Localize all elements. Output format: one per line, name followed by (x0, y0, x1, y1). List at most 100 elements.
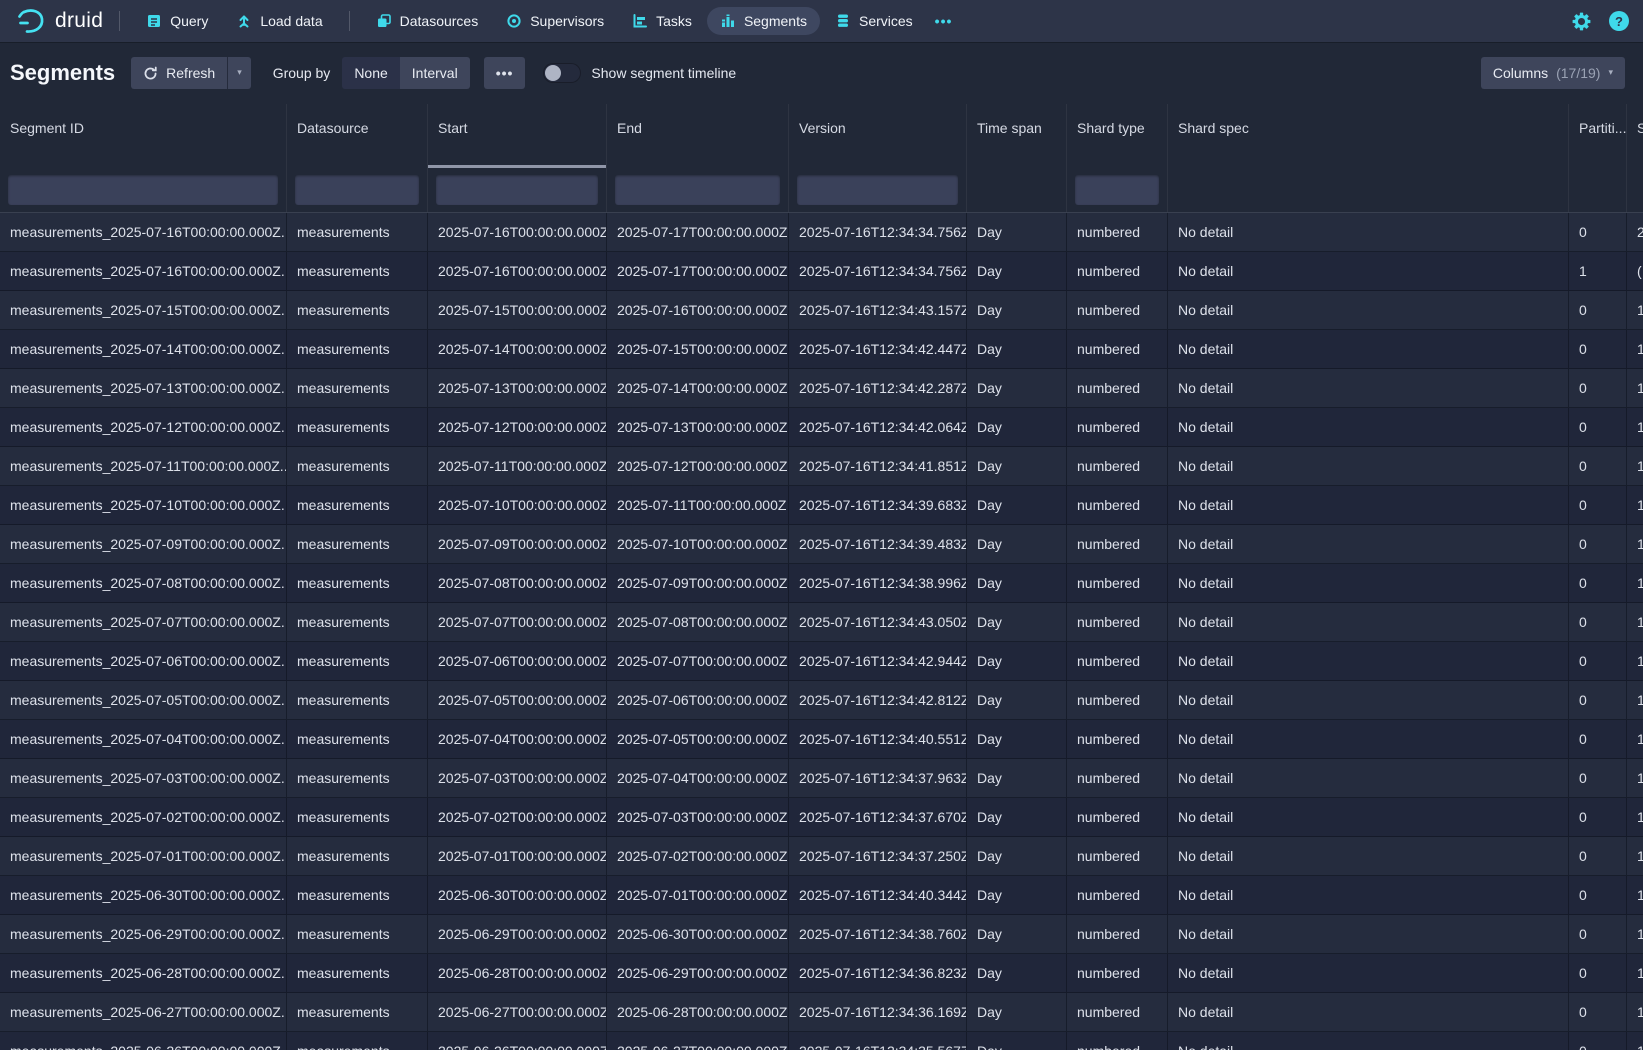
cell-start[interactable]: 2025-07-16T00:00:00.000Z (428, 252, 607, 290)
cell-shard_spec[interactable]: No detail (1168, 525, 1569, 563)
cell-shard_type[interactable]: numbered (1067, 330, 1168, 368)
cell-version[interactable]: 2025-07-16T12:34:42.287Z (789, 369, 967, 407)
cell-end[interactable]: 2025-07-17T00:00:00.000Z (607, 213, 789, 251)
cell-shard_type[interactable]: numbered (1067, 681, 1168, 719)
group-by-none-button[interactable]: None (342, 57, 399, 89)
cell-version[interactable]: 2025-07-16T12:34:43.157Z (789, 291, 967, 329)
cell-datasource[interactable]: measurements (287, 837, 428, 875)
cell-partition[interactable]: 0 (1569, 291, 1627, 329)
filter-input-end[interactable] (615, 175, 780, 205)
cell-shard_type[interactable]: numbered (1067, 720, 1168, 758)
cell-time_span[interactable]: Day (967, 681, 1067, 719)
cell-start[interactable]: 2025-07-05T00:00:00.000Z (428, 681, 607, 719)
cell-shard_spec[interactable]: No detail (1168, 798, 1569, 836)
cell-version[interactable]: 2025-07-16T12:34:34.756Z (789, 213, 967, 251)
cell-end[interactable]: 2025-06-30T00:00:00.000Z (607, 915, 789, 953)
cell-version[interactable]: 2025-07-16T12:34:42.064Z (789, 408, 967, 446)
cell-version[interactable]: 2025-07-16T12:34:35.567Z (789, 1032, 967, 1050)
cell-shard_spec[interactable]: No detail (1168, 993, 1569, 1031)
cell-size[interactable]: 1 (1627, 408, 1643, 446)
cell-segment_id[interactable]: measurements_2025-07-05T00:00:00.000Z... (0, 681, 287, 719)
cell-time_span[interactable]: Day (967, 213, 1067, 251)
cell-end[interactable]: 2025-07-03T00:00:00.000Z (607, 798, 789, 836)
cell-datasource[interactable]: measurements (287, 681, 428, 719)
cell-start[interactable]: 2025-07-15T00:00:00.000Z (428, 291, 607, 329)
cell-version[interactable]: 2025-07-16T12:34:38.760Z (789, 915, 967, 953)
filter-input-datasource[interactable] (295, 175, 419, 205)
cell-segment_id[interactable]: measurements_2025-06-30T00:00:00.000Z... (0, 876, 287, 914)
cell-version[interactable]: 2025-07-16T12:34:38.996Z (789, 564, 967, 602)
cell-time_span[interactable]: Day (967, 330, 1067, 368)
cell-start[interactable]: 2025-07-03T00:00:00.000Z (428, 759, 607, 797)
nav-item-supervisors[interactable]: Supervisors (493, 7, 617, 35)
cell-partition[interactable]: 0 (1569, 993, 1627, 1031)
cell-shard_spec[interactable]: No detail (1168, 720, 1569, 758)
cell-version[interactable]: 2025-07-16T12:34:40.344Z (789, 876, 967, 914)
cell-shard_type[interactable]: numbered (1067, 954, 1168, 992)
nav-item-query[interactable]: Query (133, 7, 221, 35)
cell-start[interactable]: 2025-07-01T00:00:00.000Z (428, 837, 607, 875)
cell-shard_spec[interactable]: No detail (1168, 915, 1569, 953)
cell-end[interactable]: 2025-07-01T00:00:00.000Z (607, 876, 789, 914)
cell-datasource[interactable]: measurements (287, 408, 428, 446)
cell-shard_spec[interactable]: No detail (1168, 213, 1569, 251)
cell-shard_spec[interactable]: No detail (1168, 837, 1569, 875)
cell-size[interactable]: 1 (1627, 720, 1643, 758)
cell-datasource[interactable]: measurements (287, 213, 428, 251)
cell-start[interactable]: 2025-07-13T00:00:00.000Z (428, 369, 607, 407)
cell-start[interactable]: 2025-06-28T00:00:00.000Z (428, 954, 607, 992)
cell-shard_type[interactable]: numbered (1067, 915, 1168, 953)
cell-partition[interactable]: 0 (1569, 564, 1627, 602)
cell-size[interactable]: 1 (1627, 1032, 1643, 1050)
columns-button[interactable]: Columns (17/19) ▾ (1481, 57, 1625, 89)
cell-datasource[interactable]: measurements (287, 369, 428, 407)
cell-start[interactable]: 2025-07-04T00:00:00.000Z (428, 720, 607, 758)
cell-partition[interactable]: 0 (1569, 798, 1627, 836)
cell-start[interactable]: 2025-07-12T00:00:00.000Z (428, 408, 607, 446)
cell-time_span[interactable]: Day (967, 525, 1067, 563)
segment-timeline-toggle[interactable] (543, 63, 581, 83)
cell-segment_id[interactable]: measurements_2025-07-14T00:00:00.000Z... (0, 330, 287, 368)
cell-start[interactable]: 2025-07-14T00:00:00.000Z (428, 330, 607, 368)
cell-partition[interactable]: 0 (1569, 486, 1627, 524)
cell-datasource[interactable]: measurements (287, 759, 428, 797)
column-header-size[interactable]: S (1627, 104, 1643, 168)
column-header-datasource[interactable]: Datasource (287, 104, 428, 168)
cell-datasource[interactable]: measurements (287, 564, 428, 602)
cell-size[interactable]: 1 (1627, 369, 1643, 407)
cell-start[interactable]: 2025-06-29T00:00:00.000Z (428, 915, 607, 953)
cell-version[interactable]: 2025-07-16T12:34:37.963Z (789, 759, 967, 797)
cell-size[interactable]: 1 (1627, 525, 1643, 563)
cell-end[interactable]: 2025-07-02T00:00:00.000Z (607, 837, 789, 875)
cell-segment_id[interactable]: measurements_2025-07-02T00:00:00.000Z... (0, 798, 287, 836)
cell-partition[interactable]: 0 (1569, 1032, 1627, 1050)
filter-input-segment_id[interactable] (8, 175, 278, 205)
cell-shard_spec[interactable]: No detail (1168, 330, 1569, 368)
cell-end[interactable]: 2025-07-04T00:00:00.000Z (607, 759, 789, 797)
cell-version[interactable]: 2025-07-16T12:34:40.551Z (789, 720, 967, 758)
cell-datasource[interactable]: measurements (287, 330, 428, 368)
cell-partition[interactable]: 0 (1569, 213, 1627, 251)
cell-time_span[interactable]: Day (967, 642, 1067, 680)
cell-version[interactable]: 2025-07-16T12:34:37.250Z (789, 837, 967, 875)
cell-version[interactable]: 2025-07-16T12:34:34.756Z (789, 252, 967, 290)
cell-version[interactable]: 2025-07-16T12:34:39.683Z (789, 486, 967, 524)
cell-shard_type[interactable]: numbered (1067, 486, 1168, 524)
cell-end[interactable]: 2025-07-13T00:00:00.000Z (607, 408, 789, 446)
column-header-segment_id[interactable]: Segment ID (0, 104, 287, 168)
cell-datasource[interactable]: measurements (287, 954, 428, 992)
cell-shard_spec[interactable]: No detail (1168, 1032, 1569, 1050)
cell-shard_type[interactable]: numbered (1067, 369, 1168, 407)
cell-segment_id[interactable]: measurements_2025-07-10T00:00:00.000Z... (0, 486, 287, 524)
cell-time_span[interactable]: Day (967, 603, 1067, 641)
cell-end[interactable]: 2025-07-05T00:00:00.000Z (607, 720, 789, 758)
cell-time_span[interactable]: Day (967, 993, 1067, 1031)
filter-input-version[interactable] (797, 175, 958, 205)
cell-segment_id[interactable]: measurements_2025-07-12T00:00:00.000Z... (0, 408, 287, 446)
cell-shard_type[interactable]: numbered (1067, 447, 1168, 485)
cell-time_span[interactable]: Day (967, 954, 1067, 992)
cell-segment_id[interactable]: measurements_2025-07-15T00:00:00.000Z... (0, 291, 287, 329)
refresh-button[interactable]: Refresh (131, 57, 227, 89)
cell-version[interactable]: 2025-07-16T12:34:36.823Z (789, 954, 967, 992)
cell-partition[interactable]: 0 (1569, 330, 1627, 368)
